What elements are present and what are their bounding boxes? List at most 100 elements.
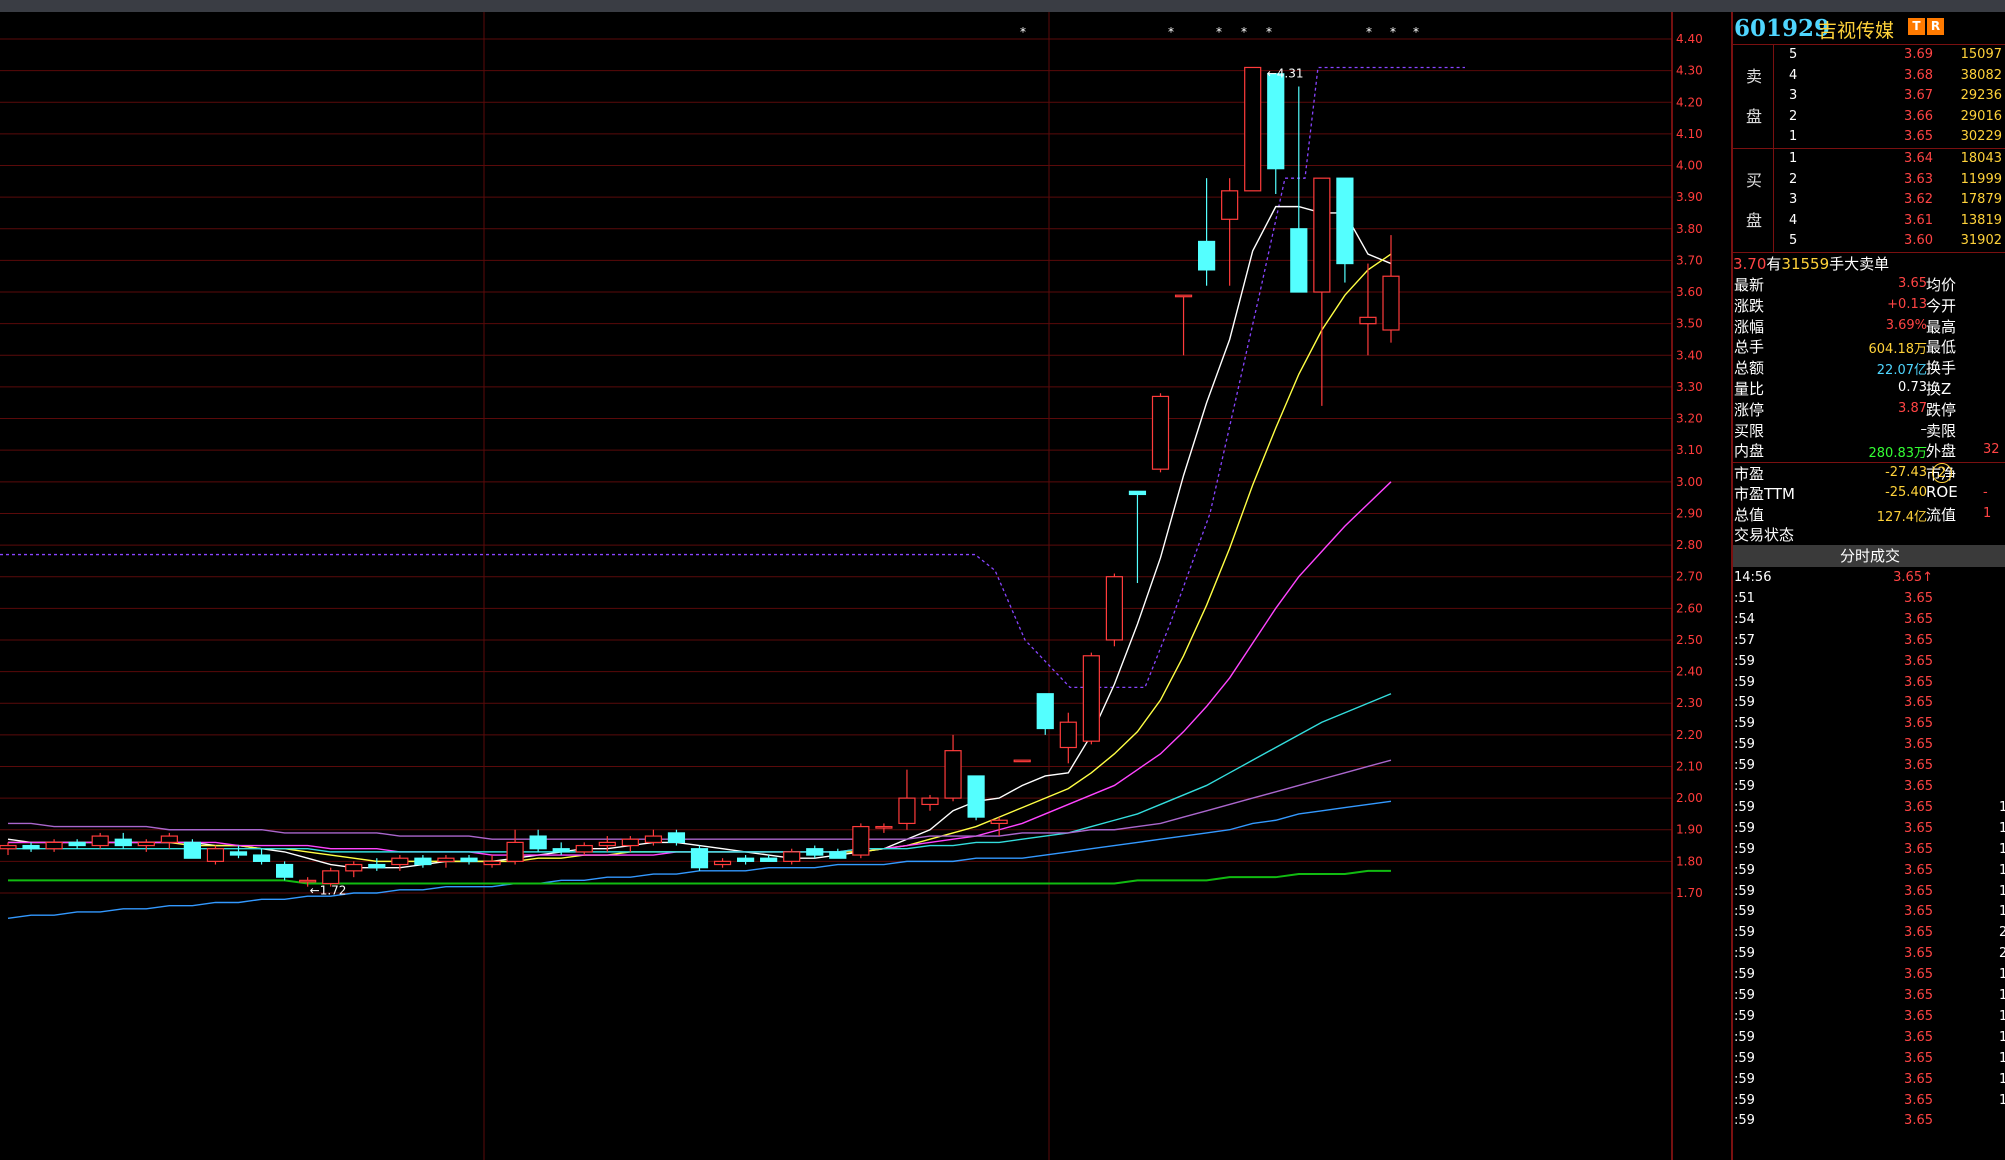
candle-down[interactable] xyxy=(368,863,386,869)
candle-up[interactable] xyxy=(713,860,732,866)
candle-up[interactable] xyxy=(852,825,870,856)
buy-row[interactable]: 1 3.64 18043 xyxy=(1733,151,2005,172)
candle-up[interactable] xyxy=(299,879,317,883)
candle-down[interactable] xyxy=(967,775,985,818)
candle-down[interactable] xyxy=(1267,73,1285,170)
stock-name[interactable]: 吉视传媒 xyxy=(1818,16,1894,43)
trade-row: :59 3.65 2 xyxy=(1733,946,2005,967)
trade-row: :59 3.65 xyxy=(1733,758,2005,779)
sell-row[interactable]: 3 3.67 29236 xyxy=(1733,88,2005,109)
candle-up[interactable] xyxy=(1221,190,1239,220)
candle-up[interactable] xyxy=(206,848,225,862)
candle-up[interactable] xyxy=(575,844,593,853)
candle-up[interactable] xyxy=(1313,177,1331,293)
candle-down[interactable] xyxy=(667,832,686,843)
candle-down[interactable] xyxy=(1128,490,1147,496)
candle-down[interactable] xyxy=(1197,240,1216,271)
candle-up[interactable] xyxy=(1013,759,1031,763)
candle-up[interactable] xyxy=(1105,576,1124,641)
event-marker[interactable]: * xyxy=(1241,25,1247,39)
candle-up[interactable] xyxy=(1059,721,1077,749)
candlestick-chart[interactable]: 4.40 4.30 4.20 4.10 4.00 3.90 3.80 3.70 3.60 3.50… xyxy=(0,12,1731,1160)
candle-up[interactable] xyxy=(1082,655,1100,742)
event-marker[interactable]: * xyxy=(1020,25,1026,39)
candle-up[interactable] xyxy=(345,863,363,872)
stock-code[interactable]: 601929 xyxy=(1734,15,1830,42)
candle-up[interactable] xyxy=(322,870,340,885)
candle-up[interactable] xyxy=(598,841,616,847)
candle-down[interactable] xyxy=(1036,693,1054,730)
quote-row: 买限 – 卖限 xyxy=(1733,420,2005,441)
event-marker[interactable]: * xyxy=(1413,25,1419,39)
buy-volume: 31902 xyxy=(1960,233,2002,249)
candle-up[interactable] xyxy=(898,797,916,825)
big-order-prefix: 有 xyxy=(1766,255,1782,273)
candle-down[interactable] xyxy=(829,851,847,859)
candle-up[interactable] xyxy=(1244,66,1262,192)
candle-down[interactable] xyxy=(229,851,248,856)
trade-row: :59 3.65 xyxy=(1733,675,2005,696)
buy-row[interactable]: 4 3.61 13819 xyxy=(1733,213,2005,234)
candle-up[interactable] xyxy=(45,841,63,850)
pe-circle-icon[interactable]: 2 xyxy=(1932,463,1952,483)
candle-up[interactable] xyxy=(0,844,17,850)
trade-row: :59 3.65 1 xyxy=(1733,988,2005,1009)
buy-row[interactable]: 2 3.63 11999 xyxy=(1733,172,2005,193)
candle-up[interactable] xyxy=(990,819,1008,825)
sell-price: 3.66 xyxy=(1904,108,1933,124)
candle-down[interactable] xyxy=(252,854,271,862)
candle-up[interactable] xyxy=(921,797,939,806)
candle-down[interactable] xyxy=(460,857,478,862)
quote-row: 内盘 280.83万 外盘 32 xyxy=(1733,440,2005,461)
r-badge-icon[interactable]: R xyxy=(1927,18,1944,35)
candle-down[interactable] xyxy=(529,835,547,850)
candle-up[interactable] xyxy=(506,841,524,862)
quote-value: 22.07亿 xyxy=(1876,363,1927,379)
candle-up[interactable] xyxy=(437,857,455,862)
candle-up[interactable] xyxy=(137,841,155,847)
candle-down[interactable] xyxy=(68,841,86,847)
candle-up[interactable] xyxy=(944,750,962,799)
candle-down[interactable] xyxy=(760,857,778,862)
quote-label: 总手 xyxy=(1734,338,1765,357)
event-marker[interactable]: * xyxy=(1216,25,1222,39)
candle-up[interactable] xyxy=(875,825,893,829)
candle-up[interactable] xyxy=(483,860,501,866)
event-marker[interactable]: * xyxy=(1366,25,1372,39)
candle-up[interactable] xyxy=(1359,316,1377,325)
candle-up[interactable] xyxy=(1382,275,1400,331)
candle-up[interactable] xyxy=(783,851,801,862)
sell-row[interactable]: 4 3.68 38082 xyxy=(1733,68,2005,89)
event-marker[interactable]: * xyxy=(1168,25,1174,39)
trade-volume: 1 xyxy=(1999,967,2005,983)
candle-down[interactable] xyxy=(414,857,432,866)
event-marker[interactable]: * xyxy=(1390,25,1396,39)
candle-down[interactable] xyxy=(806,848,824,856)
sell-row[interactable]: 5 3.69 15097 xyxy=(1733,47,2005,68)
candle-down[interactable] xyxy=(276,863,294,878)
t-badge-icon[interactable]: T xyxy=(1908,18,1925,35)
sell-row[interactable]: 2 3.66 29016 xyxy=(1733,109,2005,130)
candle-down[interactable] xyxy=(1336,177,1354,265)
candle-up[interactable] xyxy=(621,838,639,847)
candle-down[interactable] xyxy=(114,838,132,847)
trade-time: :59 xyxy=(1734,946,1755,962)
candle-up[interactable] xyxy=(1174,294,1193,298)
candle-down[interactable] xyxy=(552,848,570,853)
candle-down[interactable] xyxy=(183,841,201,859)
candle-up[interactable] xyxy=(1151,395,1170,470)
trades-header[interactable]: 分时成交 xyxy=(1733,545,2005,567)
candle-down[interactable] xyxy=(690,848,709,869)
trade-row: :57 3.65 xyxy=(1733,633,2005,654)
trade-time: :59 xyxy=(1734,988,1755,1003)
event-marker[interactable]: * xyxy=(1266,25,1272,39)
buy-row[interactable]: 3 3.62 17879 xyxy=(1733,192,2005,213)
candle-up[interactable] xyxy=(644,835,663,843)
candle-down[interactable] xyxy=(736,857,755,862)
candle-down[interactable] xyxy=(22,844,40,850)
candle-up[interactable] xyxy=(391,857,409,866)
trade-volume: 1 xyxy=(1999,841,2005,857)
candle-up[interactable] xyxy=(160,835,178,843)
candle-up[interactable] xyxy=(91,835,109,847)
candle-down[interactable] xyxy=(1290,228,1308,293)
